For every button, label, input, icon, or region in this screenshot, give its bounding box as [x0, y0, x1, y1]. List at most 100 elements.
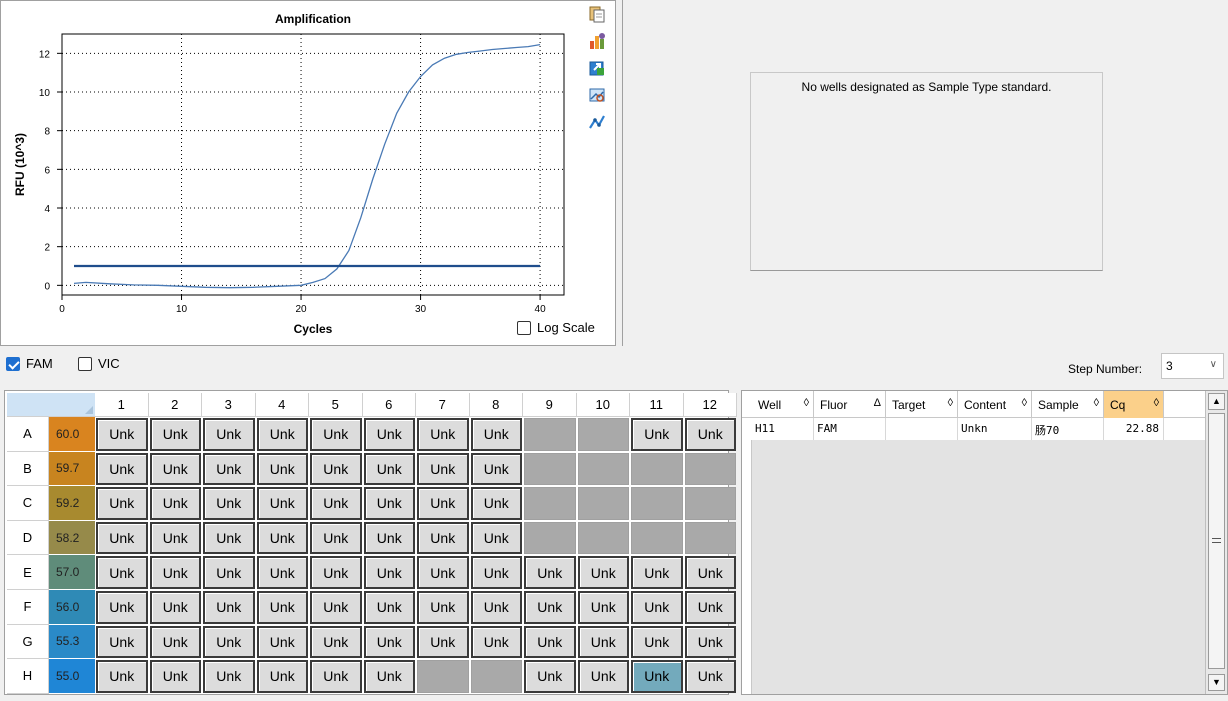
- line-style-icon[interactable]: [588, 113, 606, 131]
- plate-well[interactable]: Unk: [149, 418, 201, 451]
- plate-well[interactable]: Unk: [363, 660, 415, 693]
- plate-well[interactable]: Unk: [203, 521, 255, 555]
- plate-well[interactable]: Unk: [577, 591, 629, 624]
- scroll-up-button[interactable]: ▲: [1208, 393, 1225, 410]
- column-header[interactable]: 9: [523, 393, 577, 417]
- column-header-well[interactable]: Well ◊: [752, 391, 814, 418]
- plate-well[interactable]: Unk: [203, 418, 255, 451]
- row-header[interactable]: D: [7, 520, 49, 556]
- plate-well[interactable]: Unk: [203, 452, 255, 486]
- plate-well[interactable]: Unk: [684, 625, 736, 659]
- column-header[interactable]: 7: [416, 393, 470, 417]
- column-header[interactable]: 10: [576, 393, 630, 417]
- plate-well[interactable]: Unk: [256, 521, 308, 555]
- plate-well[interactable]: Unk: [149, 452, 201, 486]
- row-header[interactable]: G: [7, 624, 49, 660]
- plate-well[interactable]: Unk: [203, 556, 255, 589]
- plate-well[interactable]: Unk: [256, 418, 308, 451]
- plate-well[interactable]: Unk: [631, 556, 683, 589]
- log-scale-toggle[interactable]: Log Scale: [517, 320, 595, 335]
- plate-well[interactable]: Unk: [684, 591, 736, 624]
- row-header[interactable]: H: [7, 659, 49, 694]
- plate-well[interactable]: Unk: [470, 556, 522, 589]
- column-header[interactable]: 5: [309, 393, 363, 417]
- fluor-option-vic[interactable]: VIC: [78, 356, 120, 371]
- plate-well[interactable]: Unk: [203, 591, 255, 624]
- column-header-fluor[interactable]: Fluor Δ: [814, 391, 886, 418]
- zoom-image-icon[interactable]: [588, 86, 606, 104]
- plate-well[interactable]: Unk: [149, 591, 201, 624]
- plate-well[interactable]: Unk: [203, 660, 255, 693]
- plate-well[interactable]: Unk: [310, 521, 362, 555]
- plate-well[interactable]: Unk: [203, 487, 255, 520]
- plate-well[interactable]: Unk: [310, 556, 362, 589]
- plate-well[interactable]: Unk: [417, 521, 469, 555]
- row-header[interactable]: B: [7, 451, 49, 487]
- plate-well[interactable]: Unk: [524, 556, 576, 589]
- plate-well[interactable]: Unk: [363, 487, 415, 520]
- plate-well[interactable]: Unk: [417, 452, 469, 486]
- plate-well[interactable]: Unk: [310, 452, 362, 486]
- copy-icon[interactable]: [588, 5, 606, 23]
- plate-well[interactable]: Unk: [577, 660, 629, 693]
- plate-well[interactable]: Unk: [417, 418, 469, 451]
- plate-well[interactable]: Unk: [470, 521, 522, 555]
- column-header[interactable]: 1: [95, 393, 149, 417]
- plate-well[interactable]: Unk: [577, 625, 629, 659]
- plate-well[interactable]: Unk: [417, 556, 469, 589]
- plate-well[interactable]: Unk: [363, 556, 415, 589]
- plate-well[interactable]: Unk: [417, 591, 469, 624]
- plate-well[interactable]: Unk: [256, 452, 308, 486]
- plate-well[interactable]: Unk: [631, 660, 683, 693]
- plate-well[interactable]: Unk: [96, 660, 148, 693]
- column-header[interactable]: 6: [362, 393, 416, 417]
- row-header[interactable]: A: [7, 417, 49, 452]
- row-header[interactable]: E: [7, 555, 49, 590]
- column-header[interactable]: 4: [255, 393, 309, 417]
- log-scale-checkbox[interactable]: [517, 320, 531, 335]
- chart-options-icon[interactable]: [588, 32, 606, 50]
- plate-well[interactable]: Unk: [256, 625, 308, 659]
- plate-well[interactable]: Unk: [631, 418, 683, 451]
- plate-well[interactable]: Unk: [256, 487, 308, 520]
- row-header[interactable]: C: [7, 486, 49, 521]
- plate-well[interactable]: Unk: [96, 452, 148, 486]
- plate-well[interactable]: Unk: [363, 591, 415, 624]
- plate-well[interactable]: Unk: [470, 418, 522, 451]
- plate-well[interactable]: Unk: [470, 452, 522, 486]
- plate-well[interactable]: Unk: [96, 418, 148, 451]
- plate-well[interactable]: Unk: [96, 487, 148, 520]
- plate-well[interactable]: Unk: [363, 418, 415, 451]
- column-header-content[interactable]: Content ◊: [958, 391, 1032, 418]
- plate-well[interactable]: Unk: [256, 591, 308, 624]
- column-header[interactable]: 12: [683, 393, 737, 417]
- plate-well[interactable]: Unk: [149, 556, 201, 589]
- select-all-corner[interactable]: [7, 393, 95, 417]
- plate-well[interactable]: Unk: [684, 660, 736, 693]
- plate-well[interactable]: Unk: [256, 660, 308, 693]
- plate-well[interactable]: Unk: [363, 452, 415, 486]
- column-header[interactable]: 2: [148, 393, 202, 417]
- column-header-sample[interactable]: Sample ◊: [1032, 391, 1104, 418]
- plate-well[interactable]: Unk: [96, 556, 148, 589]
- plate-well[interactable]: Unk: [417, 487, 469, 520]
- vic-checkbox[interactable]: [78, 356, 92, 371]
- plate-well[interactable]: Unk: [684, 556, 736, 589]
- results-scrollbar[interactable]: ▲ ▼: [1205, 391, 1227, 694]
- table-row[interactable]: H11 FAM Unkn 肠70 22.88: [742, 418, 1205, 440]
- plate-well[interactable]: Unk: [310, 487, 362, 520]
- plate-well[interactable]: Unk: [203, 625, 255, 659]
- plate-well[interactable]: Unk: [310, 660, 362, 693]
- plate-well[interactable]: Unk: [631, 591, 683, 624]
- plate-well[interactable]: Unk: [417, 625, 469, 659]
- plate-well[interactable]: Unk: [256, 556, 308, 589]
- column-header-cq[interactable]: Cq ◊: [1104, 391, 1164, 418]
- fluor-option-fam[interactable]: FAM: [6, 356, 53, 371]
- plate-well[interactable]: Unk: [149, 660, 201, 693]
- plate-well[interactable]: Unk: [310, 625, 362, 659]
- plate-well[interactable]: Unk: [310, 591, 362, 624]
- plate-well[interactable]: Unk: [363, 521, 415, 555]
- plate-well[interactable]: Unk: [631, 625, 683, 659]
- row-header[interactable]: F: [7, 590, 49, 625]
- column-header[interactable]: 11: [630, 393, 684, 417]
